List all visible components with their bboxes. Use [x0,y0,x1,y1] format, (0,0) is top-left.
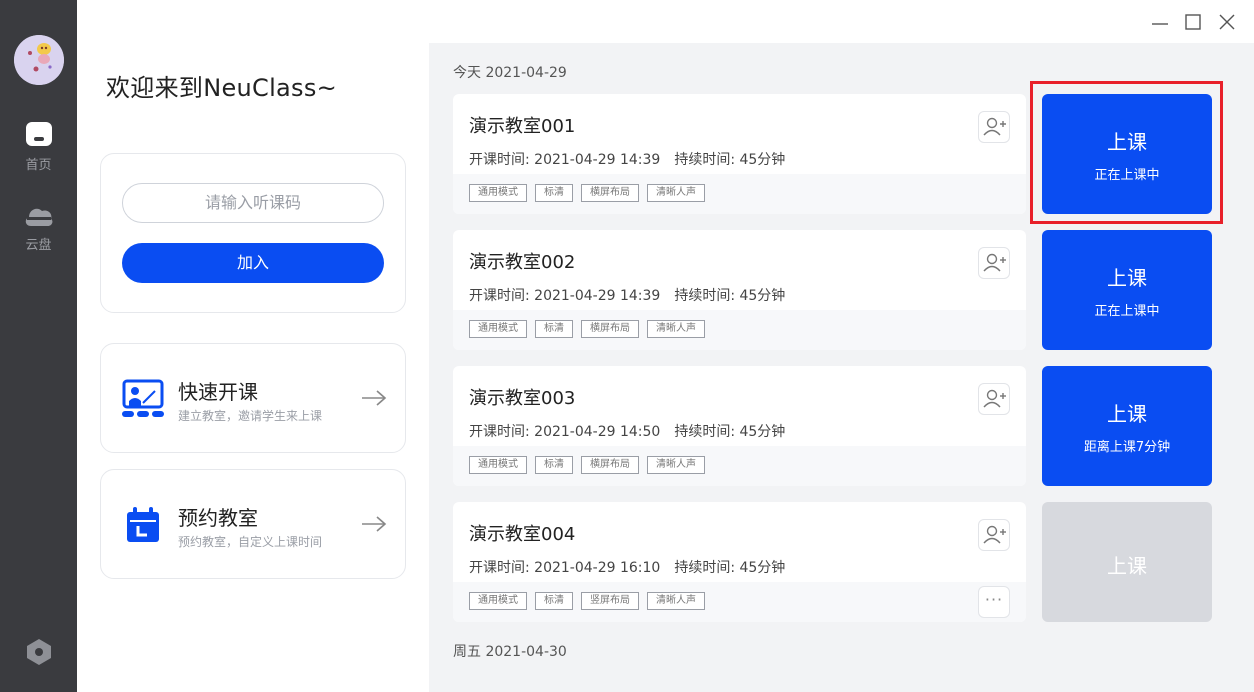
room-tags: 通用模式 标清 横屏布局 清晰人声 [469,456,705,474]
room-start-time: 开课时间: 2021-04-29 14:50 [469,424,661,440]
book-classroom-subtitle: 预约教室，自定义上课时间 [178,535,323,549]
cloud-icon [25,208,52,226]
tag: 标清 [535,320,573,338]
tag: 清晰人声 [647,456,705,474]
highlight-box [1030,81,1223,224]
add-user-icon [983,117,1006,136]
tag: 横屏布局 [581,456,639,474]
room-meta: 开课时间: 2021-04-29 14:50 持续时间: 45分钟 [469,421,785,441]
tag: 竖屏布局 [581,592,639,610]
book-classroom-title: 预约教室 [178,506,258,530]
welcome-title: 欢迎来到NeuClass~ [106,74,338,102]
sidebar-item-label: 云盘 [25,238,52,253]
tag: 清晰人声 [647,184,705,202]
start-class-button[interactable]: 上课 正在上课中 [1042,230,1212,350]
room-duration: 持续时间: 45分钟 [674,424,786,440]
tag: 标清 [535,456,573,474]
join-button[interactable]: 加入 [122,243,384,283]
room-duration: 持续时间: 45分钟 [674,288,786,304]
class-status: 距离上课7分钟 [1083,440,1171,455]
arrow-right-icon [362,390,387,406]
sidebar: 首页 云盘 [0,0,77,692]
date-heading-today: 今天 2021-04-29 [453,65,567,81]
room-meta: 开课时间: 2021-04-29 16:10 持续时间: 45分钟 [469,557,785,577]
start-class-button[interactable]: 上课 距离上课7分钟 [1042,366,1212,486]
tag: 通用模式 [469,184,527,202]
invite-button[interactable] [978,247,1010,279]
tag: 标清 [535,184,573,202]
room-name: 演示教室002 [469,252,576,273]
quick-start-subtitle: 建立教室，邀请学生来上课 [178,409,323,423]
room-start-time: 开课时间: 2021-04-29 16:10 [469,560,661,576]
tag: 标清 [535,592,573,610]
close-icon[interactable] [1217,12,1237,32]
maximize-icon[interactable] [1183,12,1203,32]
sidebar-item-cloud[interactable]: 云盘 [0,202,77,253]
classroom-teacher-icon [122,379,164,417]
more-button[interactable]: ··· [978,586,1010,618]
minimize-icon[interactable] [1150,12,1170,32]
settings-icon[interactable] [26,638,52,666]
room-start-time: 开课时间: 2021-04-29 14:39 [469,152,661,168]
start-class-label: 上课 [1107,266,1147,290]
tag: 清晰人声 [647,592,705,610]
room-card[interactable]: 演示教室003 开课时间: 2021-04-29 14:50 持续时间: 45分钟… [453,366,1026,486]
join-card: 请输入听课码 加入 [100,153,406,313]
room-tags: 通用模式 标清 横屏布局 清晰人声 [469,184,705,202]
invite-button[interactable] [978,111,1010,143]
room-duration: 持续时间: 45分钟 [674,152,786,168]
start-class-label: 上课 [1107,554,1147,578]
home-icon [25,122,52,146]
class-code-input[interactable]: 请输入听课码 [122,183,384,223]
tag: 通用模式 [469,320,527,338]
book-classroom-card[interactable]: 预约教室 预约教室，自定义上课时间 [100,469,406,579]
sidebar-item-home[interactable]: 首页 [0,120,77,173]
room-name: 演示教室001 [469,116,576,137]
tag: 通用模式 [469,592,527,610]
sidebar-item-label: 首页 [25,158,52,173]
quick-start-card[interactable]: 快速开课 建立教室，邀请学生来上课 [100,343,406,453]
add-user-icon [983,253,1006,272]
class-status: 正在上课中 [1094,304,1160,319]
quick-start-title: 快速开课 [178,380,258,404]
room-name: 演示教室003 [469,388,576,409]
room-duration: 持续时间: 45分钟 [674,560,786,576]
room-meta: 开课时间: 2021-04-29 14:39 持续时间: 45分钟 [469,149,785,169]
tag: 清晰人声 [647,320,705,338]
room-start-time: 开课时间: 2021-04-29 14:39 [469,288,661,304]
room-card[interactable]: 演示教室004 开课时间: 2021-04-29 16:10 持续时间: 45分钟… [453,502,1026,622]
date-heading-friday: 周五 2021-04-30 [453,644,567,660]
tag: 横屏布局 [581,320,639,338]
room-tags: 通用模式 标清 横屏布局 清晰人声 [469,320,705,338]
invite-button[interactable] [978,383,1010,415]
arrow-right-icon [362,516,387,532]
add-user-icon [983,389,1006,408]
room-meta: 开课时间: 2021-04-29 14:39 持续时间: 45分钟 [469,285,785,305]
avatar[interactable] [14,35,64,85]
start-class-label: 上课 [1107,402,1147,426]
room-card[interactable]: 演示教室001 开课时间: 2021-04-29 14:39 持续时间: 45分钟… [453,94,1026,214]
start-class-button-disabled[interactable]: 上课 [1042,502,1212,622]
room-card[interactable]: 演示教室002 开课时间: 2021-04-29 14:39 持续时间: 45分钟… [453,230,1026,350]
tag: 横屏布局 [581,184,639,202]
calendar-icon [127,507,159,542]
room-tags: 通用模式 标清 竖屏布局 清晰人声 [469,592,705,610]
tag: 通用模式 [469,456,527,474]
room-name: 演示教室004 [469,524,576,545]
invite-button[interactable] [978,519,1010,551]
add-user-icon [983,525,1006,544]
